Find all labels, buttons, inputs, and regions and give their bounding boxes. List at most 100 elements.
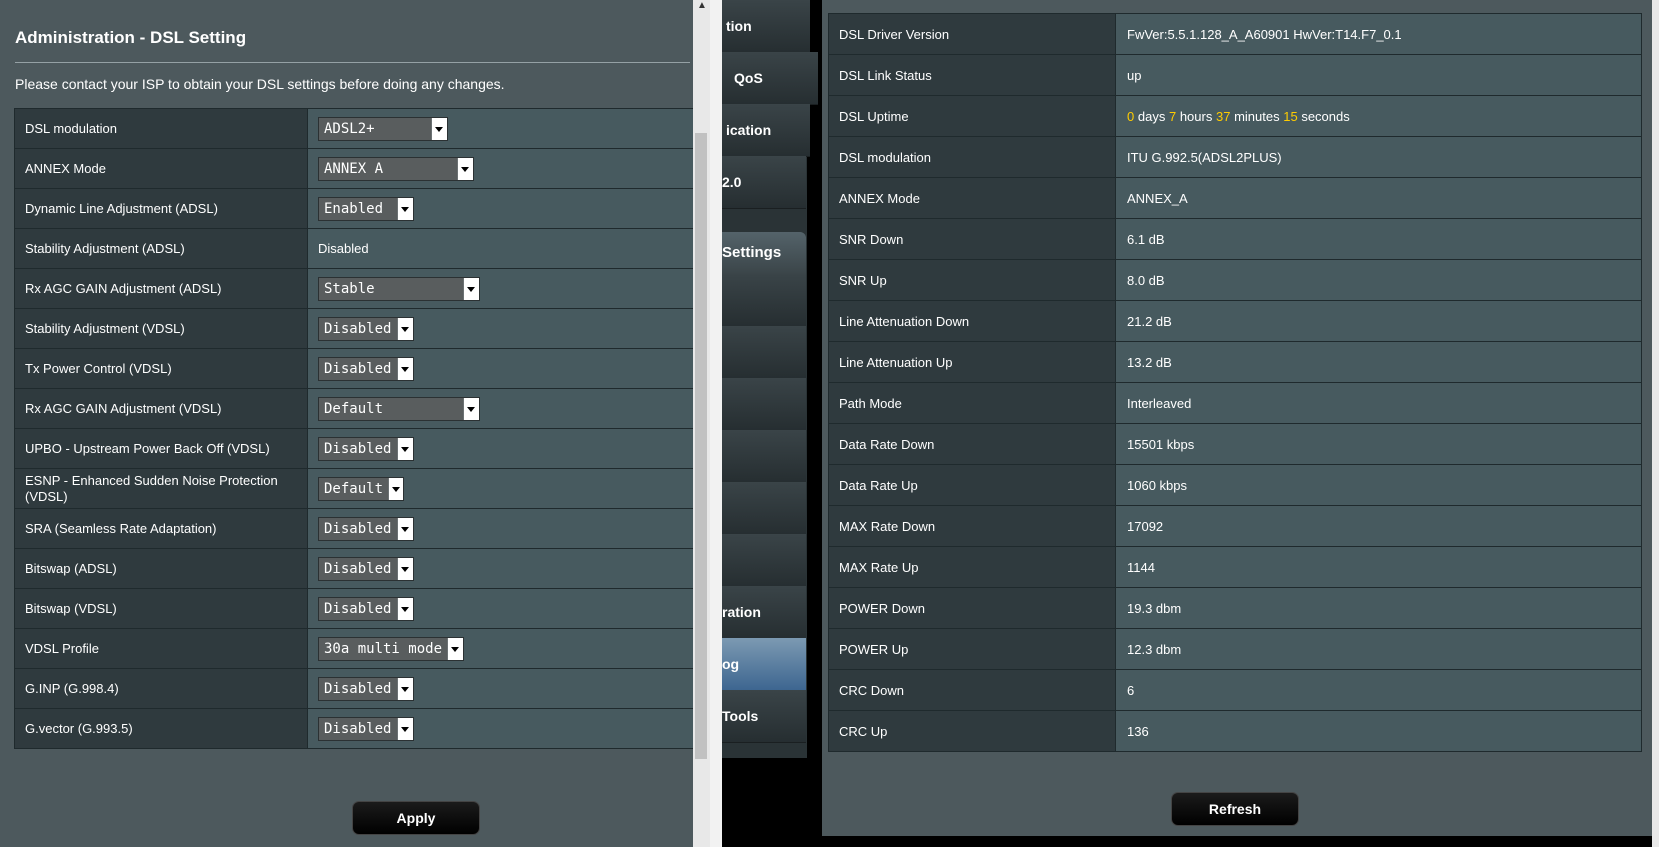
chevron-down-icon[interactable] (397, 597, 413, 620)
status-label: POWER Down (828, 587, 1116, 629)
status-label: CRC Up (828, 710, 1116, 752)
uptime-part: hours (1179, 108, 1213, 124)
setting-select[interactable]: Disabled (318, 436, 414, 461)
chevron-down-icon[interactable] (397, 437, 413, 460)
chevron-down-icon[interactable] (397, 517, 413, 540)
uptime-part: days (1137, 108, 1166, 124)
select-value: Disabled (324, 320, 392, 337)
refresh-button[interactable]: Refresh (1171, 792, 1299, 826)
setting-value: Disabled (307, 428, 694, 469)
setting-label: Stability Adjustment (ADSL) (14, 228, 308, 269)
status-value: ITU G.992.5(ADSL2PLUS) (1115, 136, 1642, 178)
sidebar-item[interactable] (722, 430, 806, 483)
setting-value: Disabled (307, 588, 694, 629)
setting-row: UPBO - Upstream Power Back Off (VDSL) Dis… (14, 428, 694, 469)
setting-value: Enabled (307, 188, 694, 229)
sidebar-item[interactable] (722, 482, 806, 535)
setting-select[interactable]: Stable (318, 276, 480, 301)
setting-select[interactable]: Disabled (318, 516, 414, 541)
status-label: ANNEX Mode (828, 177, 1116, 219)
sidebar-item[interactable] (722, 326, 806, 379)
setting-select[interactable]: Default (318, 396, 480, 421)
select-value: Disabled (324, 720, 392, 737)
sidebar-item[interactable] (722, 378, 806, 431)
setting-row: ANNEX Mode ANNEX A (14, 148, 694, 189)
setting-select[interactable]: ANNEX A (318, 156, 474, 181)
chevron-down-icon[interactable] (397, 197, 413, 220)
setting-value: Default (307, 388, 694, 429)
status-row: MAX Rate Down 17092 (828, 505, 1642, 547)
setting-value: Default (307, 468, 694, 509)
select-value: Disabled (324, 600, 392, 617)
status-row: ANNEX Mode ANNEX_A (828, 177, 1642, 219)
chevron-down-icon[interactable] (397, 717, 413, 740)
status-value: 6.1 dB (1115, 218, 1642, 260)
setting-select[interactable]: Default (318, 476, 404, 501)
sidebar-item[interactable]: QoS (722, 52, 818, 105)
chevron-down-icon[interactable] (447, 637, 463, 660)
status-value: 12.3 dbm (1115, 628, 1642, 670)
status-label: CRC Down (828, 669, 1116, 711)
setting-select[interactable]: Disabled (318, 596, 414, 621)
window-gap (710, 0, 722, 847)
left-scrollbar[interactable]: ▲ (693, 0, 710, 847)
left-scroll-thumb[interactable] (695, 133, 707, 759)
status-label: DSL Driver Version (828, 13, 1116, 55)
sidebar-item[interactable]: ication (722, 104, 810, 157)
status-label: POWER Up (828, 628, 1116, 670)
status-row: Path Mode Interleaved (828, 382, 1642, 424)
setting-label: UPBO - Upstream Power Back Off (VDSL) (14, 428, 308, 469)
chevron-down-icon[interactable] (397, 557, 413, 580)
right-scrollbar[interactable] (1652, 0, 1659, 847)
scroll-up-icon[interactable]: ▲ (697, 0, 707, 11)
uptime-part: minutes (1234, 108, 1280, 124)
sidebar-item[interactable]: og (722, 638, 806, 691)
setting-row: Rx AGC GAIN Adjustment (VDSL) Default (14, 388, 694, 429)
apply-button[interactable]: Apply (352, 801, 480, 835)
setting-row: Tx Power Control (VDSL) Disabled (14, 348, 694, 389)
setting-label: ANNEX Mode (14, 148, 308, 189)
page-title: Administration - DSL Setting (15, 28, 247, 47)
setting-select[interactable]: Disabled (318, 556, 414, 581)
sidebar-item[interactable] (722, 274, 806, 327)
setting-row: SRA (Seamless Rate Adaptation) Disabled (14, 508, 694, 549)
setting-value: Disabled (307, 548, 694, 589)
setting-select[interactable]: Disabled (318, 316, 414, 341)
status-label: Line Attenuation Up (828, 341, 1116, 383)
dsl-status-panel: DSL Driver Version FwVer:5.5.1.128_A_A609… (822, 0, 1652, 836)
setting-label: DSL modulation (14, 108, 308, 149)
setting-row: Bitswap (ADSL) Disabled (14, 548, 694, 589)
chevron-down-icon[interactable] (457, 157, 473, 180)
setting-value: Disabled (307, 668, 694, 709)
setting-select[interactable]: Disabled (318, 716, 414, 741)
status-value: up (1115, 54, 1642, 96)
sidebar-item[interactable]: tion (722, 0, 810, 53)
chevron-down-icon[interactable] (397, 317, 413, 340)
status-row: Data Rate Down 15501 kbps (828, 423, 1642, 465)
chevron-down-icon[interactable] (397, 677, 413, 700)
chevron-down-icon[interactable] (431, 117, 447, 140)
sidebar-item[interactable]: Tools (722, 690, 806, 743)
status-value: 1060 kbps (1115, 464, 1642, 506)
sidebar-item[interactable] (722, 534, 806, 587)
setting-select[interactable]: 30a multi mode (318, 636, 464, 661)
setting-label: Rx AGC GAIN Adjustment (ADSL) (14, 268, 308, 309)
select-value: Disabled (324, 360, 392, 377)
status-row: Data Rate Up 1060 kbps (828, 464, 1642, 506)
chevron-down-icon[interactable] (388, 477, 403, 500)
status-row: CRC Down 6 (828, 669, 1642, 711)
sidebar-item[interactable]: 2.0 (722, 156, 806, 209)
status-row: DSL Uptime 0 days 7 hours 37 minutes 15 s… (828, 95, 1642, 137)
setting-value: ANNEX A (307, 148, 694, 189)
setting-select[interactable]: Enabled (318, 196, 414, 221)
chevron-down-icon[interactable] (463, 397, 479, 420)
select-value: 30a multi mode (324, 640, 443, 657)
chevron-down-icon[interactable] (463, 277, 479, 300)
setting-select[interactable]: Disabled (318, 676, 414, 701)
setting-select[interactable]: Disabled (318, 356, 414, 381)
select-value: Disabled (324, 440, 392, 457)
setting-select[interactable]: ADSL2+ (318, 116, 448, 141)
setting-label: SRA (Seamless Rate Adaptation) (14, 508, 308, 549)
chevron-down-icon[interactable] (397, 357, 413, 380)
sidebar-item[interactable]: ration (722, 586, 806, 639)
